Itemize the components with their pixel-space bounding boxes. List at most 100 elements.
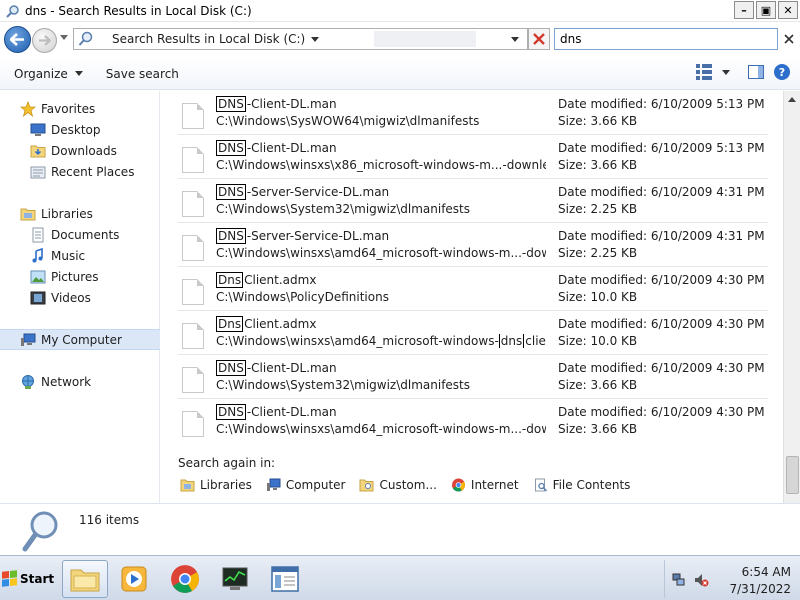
chrome-icon <box>451 478 465 492</box>
maximize-button[interactable]: ▣ <box>756 1 776 19</box>
address-history-dropdown[interactable] <box>511 37 519 42</box>
network-tray-icon[interactable] <box>671 572 687 588</box>
taskbar-task-manager[interactable] <box>212 560 258 598</box>
match-highlight: DNS <box>216 404 246 420</box>
clear-search-button[interactable] <box>780 30 798 48</box>
result-item[interactable]: DNS -Server-Service-DL.man C:\Windows\Sys… <box>178 179 768 223</box>
result-size: Size: 10.0 KB <box>558 334 638 348</box>
address-empty-area[interactable] <box>374 31 476 47</box>
organize-button[interactable]: Organize <box>14 67 83 81</box>
clock-date[interactable]: 7/31/2022 <box>711 582 791 596</box>
nav-music[interactable]: Music <box>0 245 160 266</box>
nav-recent-places-label: Recent Places <box>51 164 135 179</box>
nav-network[interactable]: Network <box>0 371 160 392</box>
result-item[interactable]: Dns Client.admx C:\Windows\winsxs\amd64_m… <box>178 311 768 355</box>
nav-pictures[interactable]: Pictures <box>0 266 160 287</box>
save-search-label: Save search <box>105 66 179 81</box>
search-box[interactable] <box>554 28 778 50</box>
address-location[interactable]: Search Results in Local Disk (C:) <box>112 32 305 46</box>
start-button[interactable]: Start <box>2 567 54 591</box>
item-count: 116 items <box>79 513 140 527</box>
forward-button[interactable] <box>32 28 57 53</box>
preview-pane-icon[interactable] <box>748 65 764 79</box>
pictures-icon <box>30 269 46 285</box>
back-button[interactable] <box>4 26 31 53</box>
search-again-computer[interactable]: Computer <box>266 478 346 492</box>
search-again-libraries[interactable]: Libraries <box>180 478 252 492</box>
result-date: Date modified: 6/10/2009 4:31 PM <box>558 185 765 199</box>
result-item[interactable]: Dns Client.admx C:\Windows\PolicyDefiniti… <box>178 267 768 311</box>
nav-libraries[interactable]: Libraries <box>0 203 160 224</box>
result-name-rest: -Client-DL.man <box>246 361 337 375</box>
file-icon <box>182 367 204 393</box>
vertical-scrollbar[interactable] <box>783 91 800 503</box>
minimize-button[interactable]: – <box>734 1 754 19</box>
nav-downloads[interactable]: Downloads <box>0 140 160 161</box>
search-again-file-contents[interactable]: File Contents <box>533 478 630 492</box>
search-window-icon <box>6 4 19 18</box>
search-again-custom[interactable]: Custom... <box>359 478 437 492</box>
result-path: C:\Windows\winsxs\amd64_microsoft-window… <box>216 422 546 436</box>
search-input[interactable] <box>560 32 760 46</box>
result-path: C:\Windows\winsxs\amd64_microsoft-window… <box>216 246 546 260</box>
result-path: C:\Windows\PolicyDefinitions <box>216 290 389 304</box>
result-date: Date modified: 6/10/2009 4:30 PM <box>558 317 765 331</box>
view-options-dropdown[interactable] <box>722 69 730 75</box>
match-highlight: DNS <box>216 360 246 376</box>
result-size: Size: 2.25 KB <box>558 246 638 260</box>
breadcrumb-dropdown[interactable] <box>311 36 320 42</box>
favorites-group: Favorites Desktop Downloads Recent Place… <box>0 98 160 182</box>
search-again-computer-label: Computer <box>285 478 346 492</box>
back-arrow-icon <box>10 33 24 46</box>
volume-muted-icon[interactable] <box>693 572 709 588</box>
taskbar-chrome[interactable] <box>162 560 208 598</box>
star-icon <box>20 100 36 117</box>
taskbar-app-window[interactable] <box>262 560 308 598</box>
clock-time[interactable]: 6:54 AM <box>711 565 791 579</box>
nav-my-computer-label: My Computer <box>41 332 122 347</box>
result-name-rest: -Client-DL.man <box>246 97 337 111</box>
nav-favorites[interactable]: Favorites <box>0 98 160 119</box>
nav-downloads-label: Downloads <box>51 143 117 158</box>
help-icon[interactable]: ? <box>774 64 790 80</box>
result-date: Date modified: 6/10/2009 4:31 PM <box>558 229 765 243</box>
window-controls: – ▣ ✕ <box>734 1 798 19</box>
result-item[interactable]: DNS -Client-DL.man C:\Windows\System32\mi… <box>178 355 768 399</box>
computer-icon <box>20 332 36 348</box>
save-search-button[interactable]: Save search <box>106 67 179 81</box>
nav-documents[interactable]: Documents <box>0 224 160 245</box>
result-date: Date modified: 6/10/2009 4:30 PM <box>558 273 765 287</box>
search-again-custom-label: Custom... <box>379 478 437 492</box>
scroll-up-arrow[interactable] <box>788 97 796 102</box>
taskbar-media-player[interactable] <box>111 560 157 598</box>
windows-logo-icon <box>2 570 17 588</box>
chrome-icon <box>171 565 199 593</box>
nav-desktop[interactable]: Desktop <box>0 119 160 140</box>
taskbar-explorer[interactable] <box>62 560 108 598</box>
nav-recent-places[interactable]: Recent Places <box>0 161 160 182</box>
result-item[interactable]: DNS -Client-DL.man C:\Windows\winsxs\x86_… <box>178 135 768 179</box>
window-title: dns - Search Results in Local Disk (C:) <box>25 3 252 18</box>
change-view-icon[interactable] <box>696 64 712 80</box>
nav-my-computer[interactable]: My Computer <box>0 329 160 350</box>
result-path: C:\Windows\System32\migwiz\dlmanifests <box>216 378 471 392</box>
result-item[interactable]: DNS -Client-DL.man C:\Windows\winsxs\amd6… <box>178 399 768 443</box>
cancel-search-button[interactable] <box>528 28 550 50</box>
result-date: Date modified: 6/10/2009 5:13 PM <box>558 141 765 155</box>
result-size: Size: 2.25 KB <box>558 202 638 216</box>
navigation-pane: Favorites Desktop Downloads Recent Place… <box>0 91 160 503</box>
result-size: Size: 3.66 KB <box>558 378 638 392</box>
close-button[interactable]: ✕ <box>778 1 798 19</box>
result-item[interactable]: DNS -Client-DL.man C:\Windows\SysWOW64\mi… <box>178 91 768 135</box>
recent-pages-dropdown[interactable] <box>60 35 68 40</box>
result-name: DNS -Client-DL.man <box>216 360 337 376</box>
result-item[interactable]: DNS -Server-Service-DL.man C:\Windows\win… <box>178 223 768 267</box>
nav-videos[interactable]: Videos <box>0 287 160 308</box>
search-again-internet[interactable]: Internet <box>451 478 519 492</box>
forward-arrow-icon <box>39 35 51 46</box>
scrollbar-thumb[interactable] <box>786 456 799 494</box>
address-box[interactable]: Search Results in Local Disk (C:) <box>73 28 528 50</box>
nav-network-label: Network <box>41 374 92 389</box>
search-again-options: Libraries Computer Custom... Internet Fi… <box>180 478 630 492</box>
file-contents-icon <box>534 478 547 492</box>
